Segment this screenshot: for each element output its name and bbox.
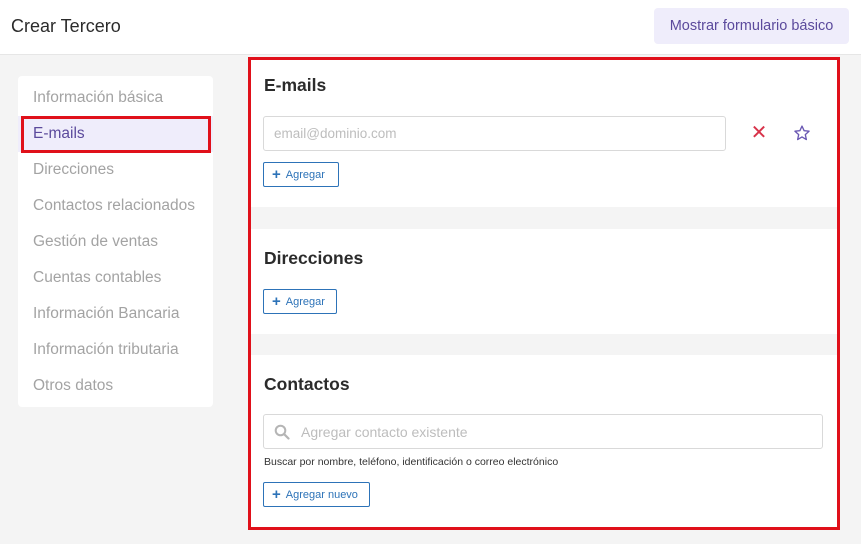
- sidebar-item-other-data[interactable]: Otros datos: [18, 368, 213, 404]
- add-address-button[interactable]: + Agregar: [263, 289, 337, 314]
- contact-search-field[interactable]: [263, 414, 823, 449]
- contacts-section: Contactos Buscar por nombre, teléfono, i…: [250, 355, 837, 528]
- close-icon[interactable]: ✕: [750, 122, 768, 144]
- add-address-label: Agregar: [285, 295, 325, 308]
- top-bar: Crear Tercero Mostrar formulario básico: [0, 0, 861, 55]
- addresses-section: Direcciones + Agregar: [250, 229, 837, 334]
- add-email-button[interactable]: + Agregar: [263, 162, 339, 187]
- plus-icon: +: [272, 166, 281, 183]
- contact-search-input[interactable]: [301, 415, 816, 448]
- sidebar-item-addresses[interactable]: Direcciones: [18, 152, 213, 188]
- contact-search-hint: Buscar por nombre, teléfono, identificac…: [264, 456, 559, 468]
- sidebar-item-emails[interactable]: E-mails: [18, 116, 213, 152]
- emails-section-title: E-mails: [264, 75, 327, 95]
- email-input[interactable]: [263, 116, 726, 151]
- emails-section: E-mails ✕ + Agregar: [250, 58, 837, 207]
- star-icon[interactable]: [791, 122, 813, 144]
- sidebar-nav: Información básica E-mails Direcciones C…: [18, 76, 213, 407]
- show-basic-form-button[interactable]: Mostrar formulario básico: [654, 8, 849, 44]
- add-email-label: Agregar: [285, 168, 325, 181]
- search-icon: [274, 424, 290, 440]
- plus-icon: +: [272, 293, 281, 310]
- contacts-section-title: Contactos: [264, 374, 350, 394]
- sidebar-item-basic-info[interactable]: Información básica: [18, 80, 213, 116]
- plus-icon: +: [272, 486, 281, 503]
- sidebar-item-related-contacts[interactable]: Contactos relacionados: [18, 188, 213, 224]
- add-new-contact-label: Agregar nuevo: [285, 488, 358, 501]
- main-panel: E-mails ✕ + Agregar Direcciones + Agrega…: [250, 58, 837, 528]
- page-title: Crear Tercero: [11, 16, 121, 36]
- add-new-contact-button[interactable]: + Agregar nuevo: [263, 482, 370, 507]
- sidebar-item-tax-info[interactable]: Información tributaria: [18, 332, 213, 368]
- sidebar-item-sales-management[interactable]: Gestión de ventas: [18, 224, 213, 260]
- sidebar-item-bank-info[interactable]: Información Bancaria: [18, 296, 213, 332]
- sidebar-item-accounts[interactable]: Cuentas contables: [18, 260, 213, 296]
- addresses-section-title: Direcciones: [264, 248, 364, 268]
